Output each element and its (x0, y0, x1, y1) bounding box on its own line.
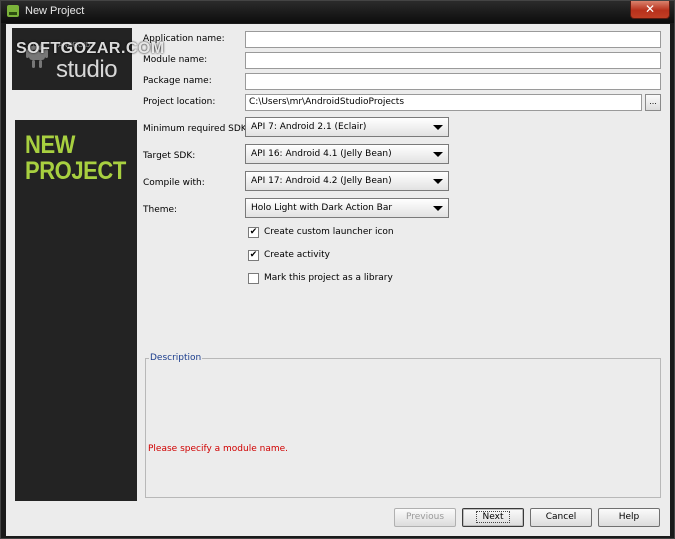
application-name-label: Application name: (143, 34, 225, 44)
checkbox-box[interactable] (248, 273, 259, 284)
module-name-input[interactable] (245, 52, 661, 69)
min-sdk-label: Minimum required SDK: (143, 124, 250, 134)
min-sdk-select[interactable]: API 7: Android 2.1 (Eclair) (245, 117, 449, 137)
package-name-input[interactable] (245, 73, 661, 90)
android-studio-logo: ANDROID studio SOFTGOZAR.COM (12, 28, 164, 90)
compile-with-label: Compile with: (143, 178, 205, 188)
compile-with-select[interactable]: API 17: Android 4.2 (Jelly Bean) (245, 171, 449, 191)
target-sdk-label: Target SDK: (143, 151, 196, 161)
logo-area: ANDROID studio SOFTGOZAR.COM (6, 24, 164, 114)
side-title: NEW PROJECT (25, 132, 126, 184)
theme-select[interactable]: Holo Light with Dark Action Bar (245, 198, 449, 218)
next-button-label: Next (475, 511, 511, 523)
module-name-label: Module name: (143, 55, 208, 65)
cancel-button[interactable]: Cancel (530, 508, 592, 527)
side-panel: NEW PROJECT (15, 120, 137, 501)
checkbox-label: Create custom launcher icon (264, 227, 394, 237)
checkbox-label: Mark this project as a library (264, 273, 393, 283)
min-sdk-value: API 7: Android 2.1 (Eclair) (251, 122, 367, 132)
project-location-input[interactable]: C:\Users\mr\AndroidStudioProjects (245, 94, 642, 111)
project-location-label: Project location: (143, 97, 216, 107)
theme-label: Theme: (143, 205, 178, 215)
help-button[interactable]: Help (598, 508, 660, 527)
browse-location-button[interactable]: ... (645, 94, 661, 111)
logo-studio-text: studio (56, 56, 118, 83)
dialog-content: ANDROID studio SOFTGOZAR.COM NEW PROJECT… (6, 24, 670, 536)
close-button[interactable]: ✕ (630, 1, 670, 19)
next-button[interactable]: Next (462, 508, 524, 527)
package-name-label: Package name: (143, 76, 212, 86)
previous-button[interactable]: Previous (394, 508, 456, 527)
checkbox-label: Create activity (264, 250, 330, 260)
new-project-window: New Project ✕ ANDROID studio SOFTGOZAR.C… (0, 0, 675, 539)
chevron-down-icon (433, 125, 443, 130)
title-bar[interactable]: New Project ✕ (1, 1, 674, 23)
window-title: New Project (25, 5, 85, 17)
chevron-down-icon (433, 152, 443, 157)
checkbox-box[interactable]: ✔ (248, 250, 259, 261)
error-message: Please specify a module name. (148, 444, 289, 454)
application-name-input[interactable] (245, 31, 661, 48)
chevron-down-icon (433, 179, 443, 184)
target-sdk-select[interactable]: API 16: Android 4.1 (Jelly Bean) (245, 144, 449, 164)
description-panel: Description Please specify a module name… (145, 353, 661, 498)
side-title-line1: NEW (25, 131, 76, 159)
android-app-icon (7, 5, 19, 17)
theme-value: Holo Light with Dark Action Bar (251, 203, 393, 213)
target-sdk-value: API 16: Android 4.1 (Jelly Bean) (251, 149, 392, 159)
compile-with-value: API 17: Android 4.2 (Jelly Bean) (251, 176, 392, 186)
chevron-down-icon (433, 206, 443, 211)
checkbox-box[interactable]: ✔ (248, 227, 259, 238)
description-legend: Description (149, 353, 203, 363)
side-title-line2: PROJECT (25, 157, 126, 185)
